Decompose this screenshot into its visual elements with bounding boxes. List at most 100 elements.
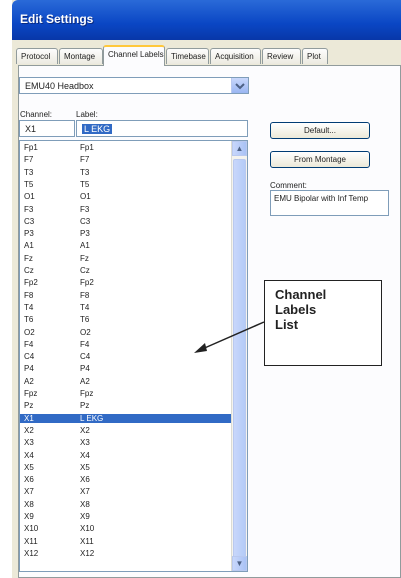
channel-row[interactable]: Fpz Fpz [20,389,232,398]
channel-row[interactable]: X3 X3 [20,438,232,447]
channel-name: A2 [24,376,34,386]
channel-name: T5 [24,179,34,189]
channel-name: X7 [24,487,34,497]
channel-name: F7 [24,155,34,165]
channel-row[interactable]: X4 X4 [20,451,232,460]
channel-row[interactable]: F8 F8 [20,291,232,300]
channel-name: X2 [24,425,34,435]
channel-row[interactable]: X9 X9 [20,512,232,521]
channel-name: X12 [24,548,39,558]
channel-row[interactable]: F7 F7 [20,155,232,164]
channel-name: C3 [24,216,35,226]
channel-row[interactable]: X5 X5 [20,463,232,472]
channel-name: X4 [24,450,34,460]
channel-name: F8 [24,290,34,300]
channel-row[interactable]: C4 C4 [20,352,232,361]
channel-row[interactable]: X12 X12 [20,549,232,558]
callout-line-2: Labels [275,302,317,317]
channel-label: X8 [80,499,90,509]
channel-row[interactable]: P3 P3 [20,229,232,238]
channel-label: Fp1 [80,143,94,152]
channel-label: F7 [80,155,90,165]
channel-row[interactable]: Cz Cz [20,266,232,275]
channel-name: T4 [24,302,34,312]
channel-row[interactable]: X11 X11 [20,537,232,546]
channel-label: T6 [80,315,90,325]
tab-montage[interactable]: Montage [59,48,103,64]
tab-protocol[interactable]: Protocol [16,48,58,64]
scroll-thumb[interactable] [233,159,246,559]
tab-acquisition[interactable]: Acquisition [210,48,261,64]
channel-field-value: X1 [25,124,37,134]
channel-name: Cz [24,266,34,275]
channel-label: X10 [80,524,95,534]
channel-row[interactable]: F4 F4 [20,340,232,349]
channel-label: O2 [80,327,91,337]
channel-row[interactable]: Pz Pz [20,401,232,410]
channel-label: F3 [80,204,90,214]
channel-row[interactable]: P4 P4 [20,364,232,373]
channel-name: X10 [24,524,39,534]
callout-line-3: List [275,317,299,332]
channel-row[interactable]: F3 F3 [20,205,232,214]
title-bar[interactable]: Edit Settings [12,0,401,40]
channel-row[interactable]: T4 T4 [20,303,232,312]
channel-row[interactable]: A2 A2 [20,377,232,386]
channel-row[interactable]: X1 L EKG [20,413,232,423]
channel-label: F4 [80,339,90,349]
channel-labels-list[interactable]: Fp1 Fp1 F7 F7 T3 T3 T5 T5 O1 O1 F3 F3 C3 C3 P3 P3 A1 A1 Fz… [19,140,248,572]
channel-row[interactable]: C3 C3 [20,217,232,226]
scroll-down-icon[interactable]: ▼ [232,556,247,571]
channel-label: X9 [80,512,90,521]
channel-name: Fz [24,253,33,263]
channel-row[interactable]: X8 X8 [20,500,232,509]
channel-name: X11 [24,536,38,546]
channel-row[interactable]: T3 T3 [20,168,232,177]
channel-labels-callout: Channel Labels List [264,280,382,366]
channel-row[interactable]: O2 O2 [20,328,232,337]
tab-plot[interactable]: Plot [302,48,328,64]
channel-row[interactable]: X2 X2 [20,426,232,435]
channel-label: C4 [80,352,91,362]
channel-row[interactable]: A1 A1 [20,241,232,250]
channel-row[interactable]: Fp2 Fp2 [20,278,232,287]
channel-row[interactable]: X7 X7 [20,487,232,496]
channel-column-header: Channel: [20,110,53,119]
dropdown-arrow-icon[interactable] [231,78,248,93]
channel-label: X7 [80,487,90,497]
channel-name: T6 [24,315,34,325]
scroll-up-icon[interactable]: ▲ [232,141,247,156]
channel-label: X6 [80,475,90,485]
channel-name: T3 [24,167,34,177]
tab-timebase[interactable]: Timebase [166,48,209,64]
tab-channel-labels[interactable]: Channel Labels [103,45,165,66]
channel-row[interactable]: Fz Fz [20,254,232,263]
channel-row[interactable]: T5 T5 [20,180,232,189]
channel-name: X1 [24,413,34,423]
channel-name: Fpz [24,389,38,398]
headbox-select[interactable]: EMU40 Headbox [19,77,249,94]
channel-name: F4 [24,339,34,349]
channel-row[interactable]: X6 X6 [20,475,232,484]
channel-row[interactable]: T6 T6 [20,315,232,324]
channel-name: O1 [24,192,35,202]
channel-name: X5 [24,462,34,472]
list-scrollbar[interactable]: ▲ ▼ [231,141,247,571]
channel-field[interactable]: X1 [19,120,75,137]
headbox-select-value: EMU40 Headbox [25,81,94,91]
label-field[interactable]: L EKG [76,120,248,137]
channel-row[interactable]: O1 O1 [20,192,232,201]
channel-label: Fp2 [80,278,94,288]
channel-row[interactable]: X10 X10 [20,524,232,533]
channel-name: Fp2 [24,278,38,288]
from-montage-button[interactable]: From Montage [270,151,370,168]
channel-row[interactable]: Fp1 Fp1 [20,143,232,152]
channel-label: C3 [80,216,91,226]
channel-name: X6 [24,475,34,485]
comment-field[interactable]: EMU Bipolar with Inf Temp [270,190,389,216]
tab-review[interactable]: Review [262,48,301,64]
channel-label: A1 [80,241,90,251]
default-button[interactable]: Default... [270,122,370,139]
channel-name: P4 [24,364,34,374]
channel-name: F3 [24,204,34,214]
